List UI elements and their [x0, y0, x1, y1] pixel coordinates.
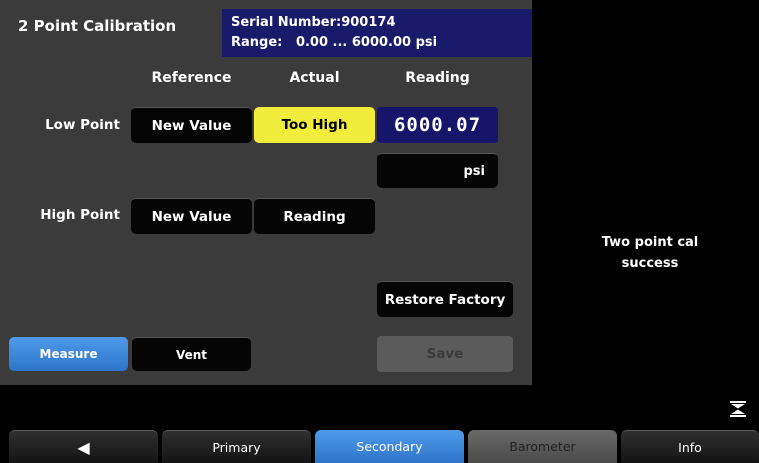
high-point-new-value-button[interactable]: New Value: [131, 198, 252, 234]
range-line: Range: 0.00 ... 6000.00 psi: [231, 33, 532, 53]
tab-primary[interactable]: Primary: [162, 430, 311, 463]
range-value: 0.00 ... 6000.00 psi: [295, 35, 438, 50]
low-point-label: Low Point: [45, 117, 120, 133]
page-title: 2 Point Calibration: [18, 17, 177, 35]
restore-factory-button[interactable]: Restore Factory: [377, 281, 513, 317]
tab-secondary[interactable]: Secondary: [315, 430, 464, 463]
device-info-box: Serial Number:900174 Range: 0.00 ... 600…: [222, 9, 532, 57]
low-point-new-value-button[interactable]: New Value: [131, 107, 252, 143]
save-button[interactable]: Save: [377, 336, 513, 372]
status-line-1: Two point cal: [601, 235, 699, 250]
tab-info[interactable]: Info: [621, 430, 759, 463]
back-tab[interactable]: ◀: [9, 430, 158, 463]
back-arrow-icon: ◀: [77, 437, 90, 457]
collapse-arrows-icon[interactable]: [729, 401, 747, 417]
serial-value: 900174: [341, 15, 396, 30]
high-point-reading-button[interactable]: Reading: [254, 198, 375, 234]
range-label: Range:: [231, 35, 283, 50]
serial-label: Serial Number:: [231, 15, 342, 30]
high-point-label: High Point: [40, 207, 120, 223]
status-line-2: success: [621, 256, 679, 271]
reading-display: 6000.07: [377, 107, 498, 143]
column-header-reference: Reference: [151, 70, 232, 86]
vent-button[interactable]: Vent: [132, 337, 251, 371]
calibration-panel: [0, 0, 532, 385]
low-point-actual-button[interactable]: Too High: [254, 107, 375, 143]
measure-button[interactable]: Measure: [9, 337, 128, 371]
column-header-reading: Reading: [405, 70, 470, 86]
serial-number-line: Serial Number:900174: [231, 13, 532, 33]
status-message: Two point cal success: [560, 232, 740, 274]
column-header-actual: Actual: [289, 70, 340, 86]
unit-selector-button[interactable]: psi: [377, 153, 498, 188]
tab-barometer[interactable]: Barometer: [468, 430, 617, 463]
